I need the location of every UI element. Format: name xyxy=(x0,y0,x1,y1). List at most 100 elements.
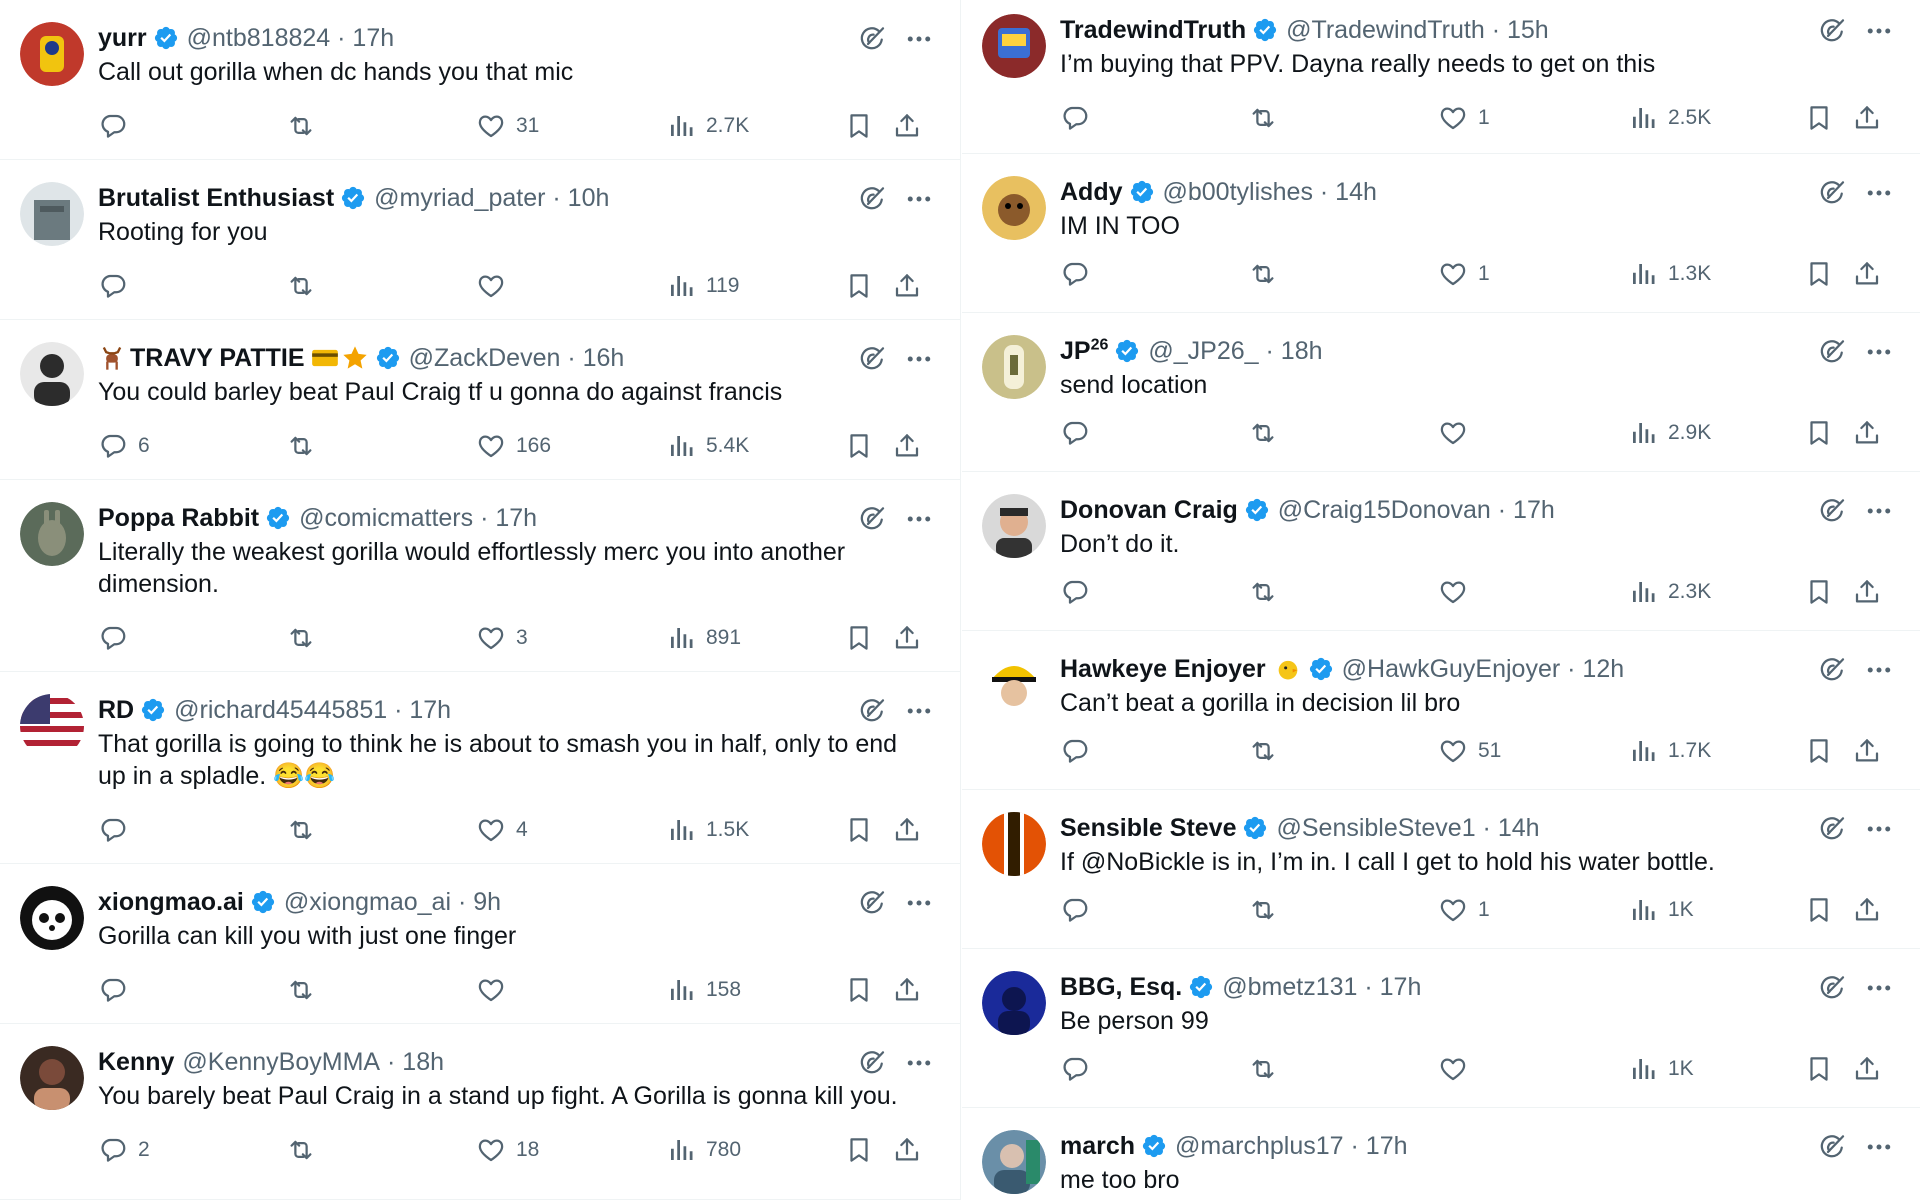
views-button[interactable]: 2.5K xyxy=(1628,100,1711,136)
bookmark-button[interactable] xyxy=(1804,1051,1834,1087)
display-name[interactable]: Poppa Rabbit xyxy=(98,500,259,536)
share-button[interactable] xyxy=(1852,574,1882,610)
grok-icon[interactable] xyxy=(1818,973,1848,1003)
timestamp[interactable]: · 9h xyxy=(458,884,501,920)
display-name[interactable]: TRAVY PATTIE xyxy=(130,340,305,376)
avatar[interactable] xyxy=(982,494,1046,558)
bookmark-button[interactable] xyxy=(1804,415,1834,451)
more-icon[interactable] xyxy=(902,504,936,534)
share-button[interactable] xyxy=(1852,1051,1882,1087)
timestamp[interactable]: · 14h xyxy=(1320,174,1377,210)
handle[interactable]: @ntb818824 xyxy=(187,20,331,56)
display-name[interactable]: Donovan Craig xyxy=(1060,492,1238,528)
grok-icon[interactable] xyxy=(858,888,888,918)
more-icon[interactable] xyxy=(1862,973,1896,1003)
repost-button[interactable] xyxy=(1248,100,1288,136)
views-button[interactable]: 1.3K xyxy=(1628,256,1711,292)
timestamp[interactable]: · 15h xyxy=(1492,12,1549,48)
repost-button[interactable] xyxy=(1248,892,1288,928)
like-button[interactable]: 166 xyxy=(476,428,551,464)
views-button[interactable]: 780 xyxy=(666,1132,741,1168)
bookmark-button[interactable] xyxy=(1804,100,1834,136)
timestamp[interactable]: · 17h xyxy=(1351,1128,1408,1164)
timestamp[interactable]: · 16h xyxy=(567,340,624,376)
grok-icon[interactable] xyxy=(858,696,888,726)
display-name[interactable]: JP26 xyxy=(1060,333,1108,369)
reply-button[interactable] xyxy=(1060,100,1100,136)
share-button[interactable] xyxy=(892,428,922,464)
grok-icon[interactable] xyxy=(858,504,888,534)
display-name[interactable]: Sensible Steve xyxy=(1060,810,1236,846)
handle[interactable]: @myriad_pater xyxy=(374,180,545,216)
display-name[interactable]: xiongmao.ai xyxy=(98,884,244,920)
avatar[interactable] xyxy=(982,971,1046,1035)
views-button[interactable]: 5.4K xyxy=(666,428,749,464)
tweet[interactable]: Brutalist Enthusiast @myriad_pater · 10h… xyxy=(0,160,960,320)
tweet[interactable]: yurr @ntb818824 · 17h Call out gorilla w… xyxy=(0,0,960,160)
timestamp[interactable]: · 17h xyxy=(394,692,451,728)
timestamp[interactable]: · 10h xyxy=(552,180,609,216)
like-button[interactable] xyxy=(1438,1051,1478,1087)
timestamp[interactable]: · 17h xyxy=(1498,492,1555,528)
avatar[interactable] xyxy=(982,1130,1046,1194)
like-button[interactable]: 3 xyxy=(476,620,528,656)
share-button[interactable] xyxy=(892,108,922,144)
more-icon[interactable] xyxy=(1862,178,1896,208)
handle[interactable]: @_JP26_ xyxy=(1148,333,1258,369)
tweet[interactable]: Kenny @KennyBoyMMA · 18h You barely beat… xyxy=(0,1024,960,1200)
like-button[interactable]: 51 xyxy=(1438,733,1501,769)
tweet[interactable]: TradewindTruth @TradewindTruth · 15h I’m… xyxy=(962,0,1920,154)
more-icon[interactable] xyxy=(902,184,936,214)
more-icon[interactable] xyxy=(1862,16,1896,46)
grok-icon[interactable] xyxy=(1818,655,1848,685)
handle[interactable]: @marchplus17 xyxy=(1175,1128,1344,1164)
display-name[interactable]: Addy xyxy=(1060,174,1123,210)
avatar[interactable] xyxy=(982,176,1046,240)
handle[interactable]: @TradewindTruth xyxy=(1286,12,1485,48)
display-name[interactable]: Brutalist Enthusiast xyxy=(98,180,334,216)
grok-icon[interactable] xyxy=(858,184,888,214)
like-button[interactable]: 4 xyxy=(476,812,528,848)
repost-button[interactable] xyxy=(1248,1051,1288,1087)
timestamp[interactable]: · 17h xyxy=(1364,969,1421,1005)
handle[interactable]: @xiongmao_ai xyxy=(284,884,451,920)
repost-button[interactable] xyxy=(1248,415,1288,451)
views-button[interactable]: 119 xyxy=(666,268,739,304)
tweet[interactable]: JP26 @_JP26_ · 18h send location 2.9K xyxy=(962,313,1920,472)
avatar[interactable] xyxy=(982,14,1046,78)
repost-button[interactable] xyxy=(1248,574,1288,610)
tweet[interactable]: Poppa Rabbit @comicmatters · 17h Literal… xyxy=(0,480,960,672)
share-button[interactable] xyxy=(892,1132,922,1168)
like-button[interactable] xyxy=(476,972,516,1008)
share-button[interactable] xyxy=(892,812,922,848)
repost-button[interactable] xyxy=(286,428,326,464)
more-icon[interactable] xyxy=(902,24,936,54)
share-button[interactable] xyxy=(892,972,922,1008)
tweet[interactable]: TRAVY PATTIE @ZackDeven · 16h You could … xyxy=(0,320,960,480)
display-name[interactable]: Kenny xyxy=(98,1044,174,1080)
avatar[interactable] xyxy=(982,653,1046,717)
more-icon[interactable] xyxy=(902,888,936,918)
more-icon[interactable] xyxy=(1862,814,1896,844)
bookmark-button[interactable] xyxy=(844,972,874,1008)
timestamp[interactable]: · 18h xyxy=(387,1044,444,1080)
grok-icon[interactable] xyxy=(1818,496,1848,526)
reply-button[interactable] xyxy=(98,620,138,656)
grok-icon[interactable] xyxy=(1818,814,1848,844)
grok-icon[interactable] xyxy=(858,344,888,374)
handle[interactable]: @KennyBoyMMA xyxy=(182,1044,380,1080)
reply-button[interactable] xyxy=(1060,574,1100,610)
like-button[interactable]: 1 xyxy=(1438,256,1490,292)
repost-button[interactable] xyxy=(286,620,326,656)
reply-button[interactable] xyxy=(1060,415,1100,451)
views-button[interactable]: 1.7K xyxy=(1628,733,1711,769)
repost-button[interactable] xyxy=(286,1132,326,1168)
views-button[interactable]: 2.7K xyxy=(666,108,749,144)
timestamp[interactable]: · 14h xyxy=(1483,810,1540,846)
bookmark-button[interactable] xyxy=(1804,574,1834,610)
like-button[interactable]: 31 xyxy=(476,108,539,144)
bookmark-button[interactable] xyxy=(1804,733,1834,769)
repost-button[interactable] xyxy=(1248,256,1288,292)
avatar[interactable] xyxy=(20,182,84,246)
bookmark-button[interactable] xyxy=(844,1132,874,1168)
